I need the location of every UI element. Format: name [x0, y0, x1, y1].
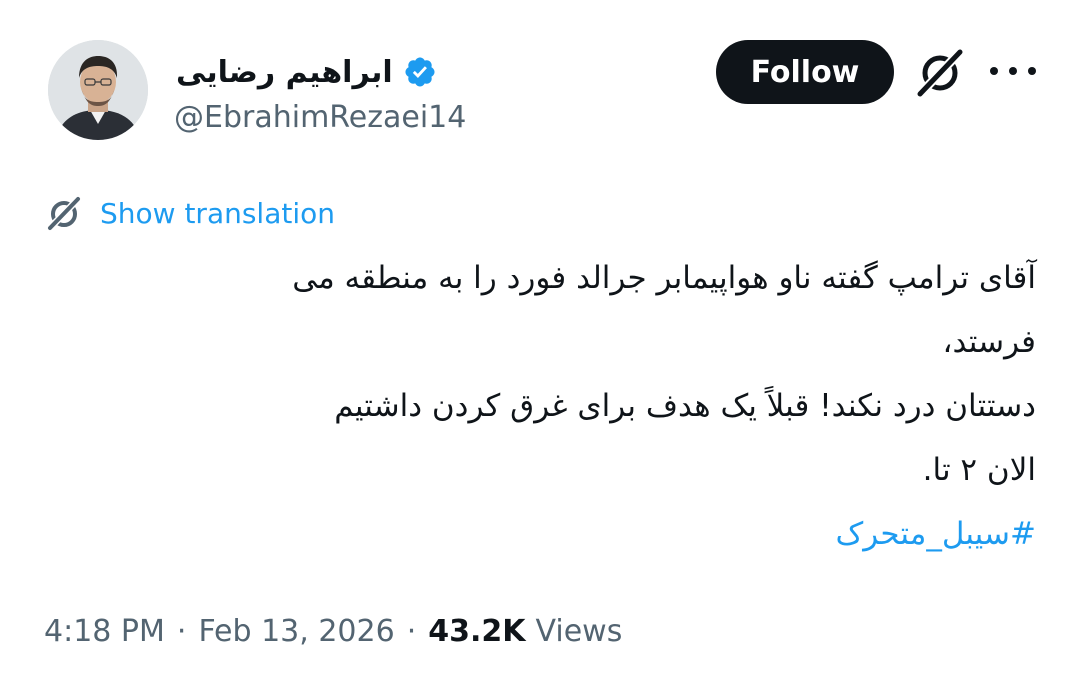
tweet-text-line: دستتان درد نکند! قبلاً یک هدف برای غرق ک…	[334, 388, 1036, 424]
hashtag-link[interactable]: #سیبل_متحرک	[836, 502, 1036, 566]
show-translation-label: Show translation	[100, 196, 336, 230]
tweet-date[interactable]: Feb 13, 2026	[198, 614, 394, 649]
tweet-text: آقای ترامپ گفته ناو هواپیمابر جرالد فورد…	[46, 246, 1036, 566]
more-dot	[1009, 67, 1017, 75]
display-name[interactable]: ابراهیم رضایی	[176, 55, 393, 90]
show-translation-link[interactable]: Show translation	[44, 190, 335, 236]
more-dot	[1028, 67, 1036, 75]
avatar[interactable]	[48, 40, 148, 140]
meta-separator: ·	[406, 613, 417, 649]
follow-button[interactable]: Follow	[716, 40, 894, 104]
tweet-time[interactable]: 4:18 PM	[44, 614, 165, 649]
tweet-text-line: آقای ترامپ گفته ناو هواپیمابر جرالد فورد…	[292, 260, 1036, 296]
meta-separator: ·	[176, 613, 187, 649]
views-count: 43.2K	[428, 613, 526, 649]
more-options-icon[interactable]	[990, 56, 1036, 86]
avatar-photo	[48, 40, 148, 140]
views-label: Views	[535, 613, 623, 649]
more-dot	[990, 67, 998, 75]
author-handle[interactable]: @EbrahimRezaei14	[174, 100, 466, 135]
tweet-text-line: الان ۲ تا.	[922, 452, 1036, 488]
verified-badge-icon	[405, 57, 435, 87]
translate-icon	[46, 195, 82, 232]
tweet-meta: 4:18 PM · Feb 13, 2026 · 43.2K Views	[44, 606, 622, 656]
tweet-text-line: فرستد،	[942, 324, 1036, 360]
author-name-row: ابراهیم رضایی	[176, 46, 437, 98]
grok-icon[interactable]	[912, 48, 968, 98]
